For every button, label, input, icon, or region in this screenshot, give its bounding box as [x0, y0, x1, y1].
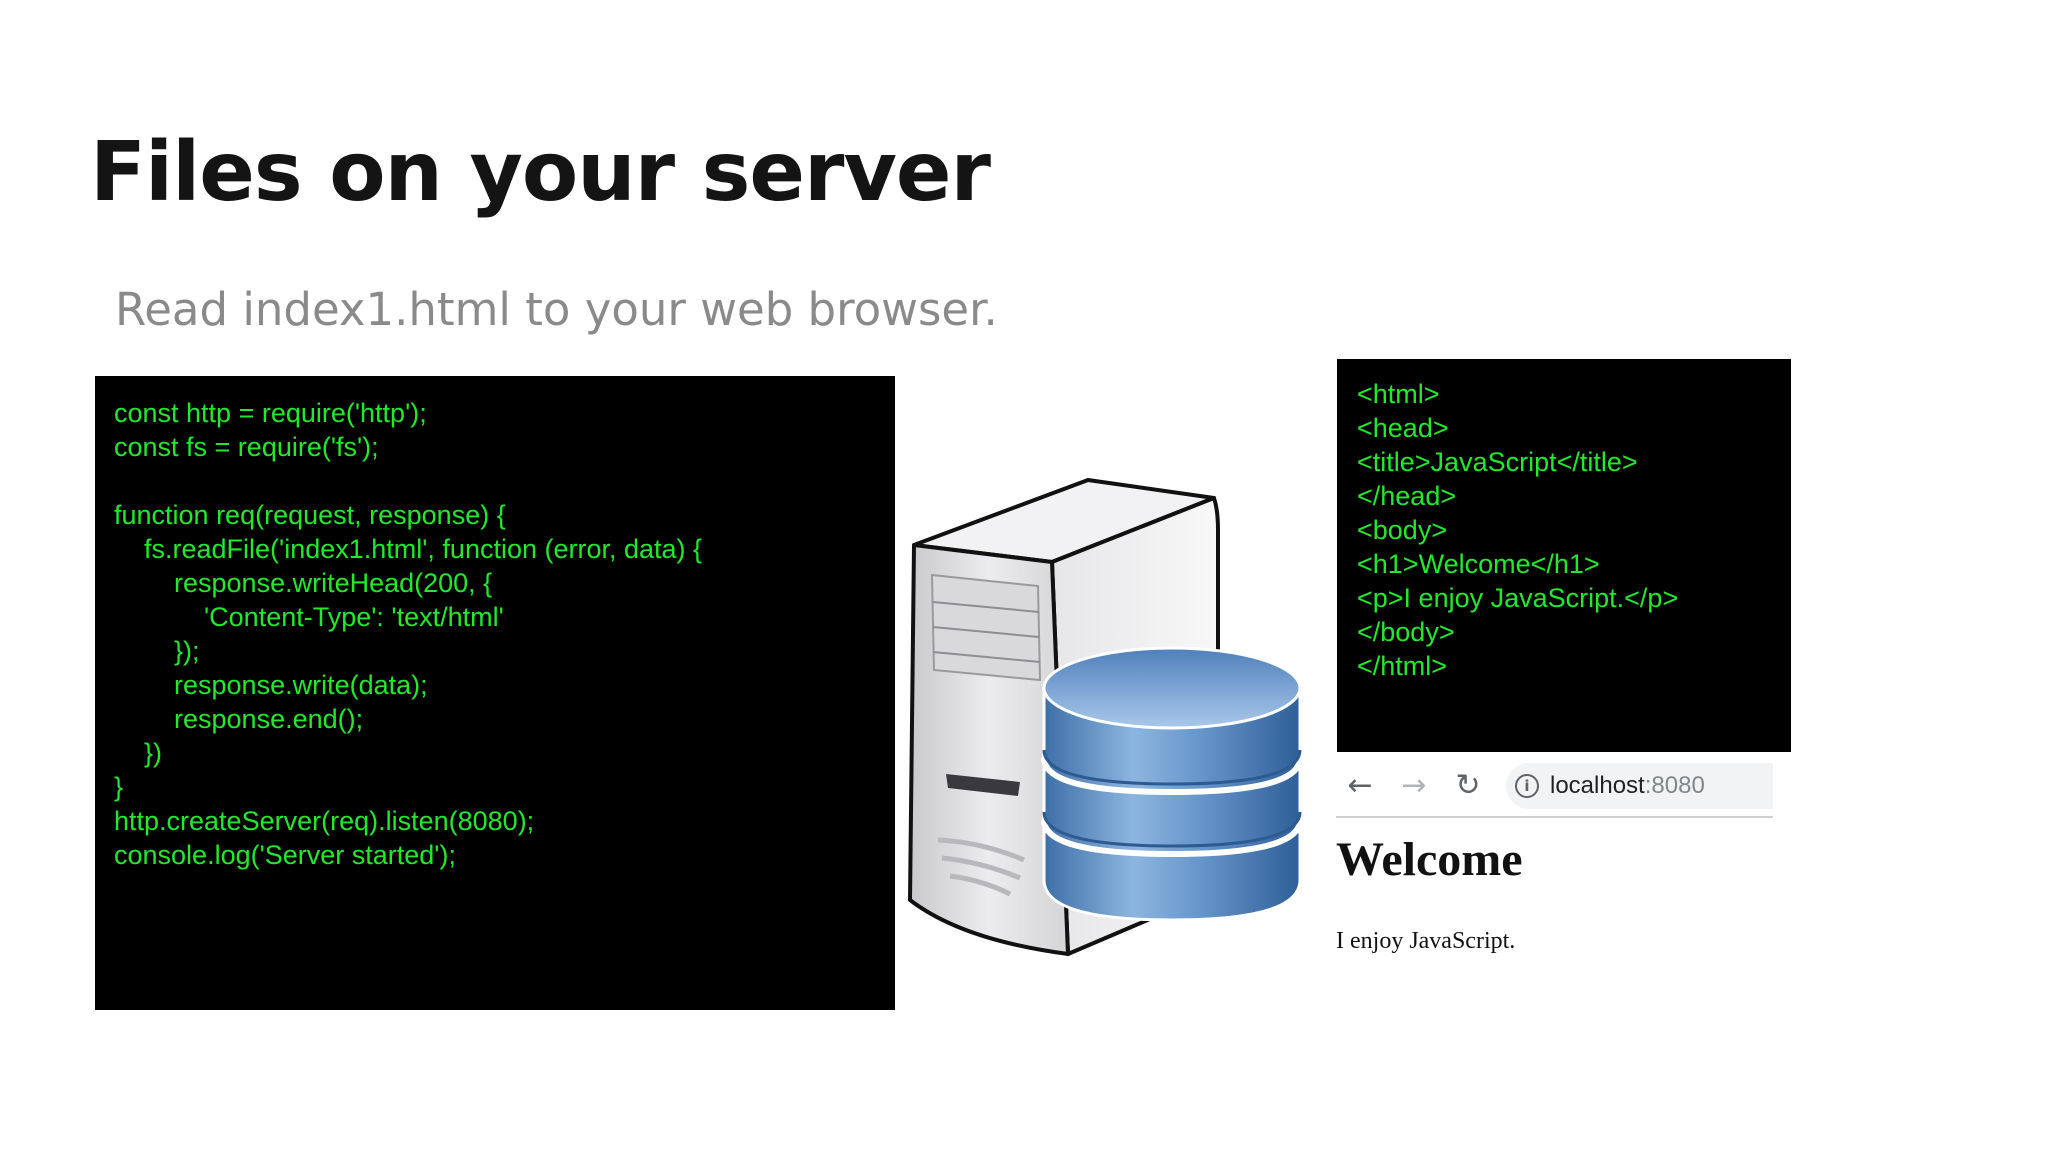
address-bar[interactable]: i localhost:8080	[1506, 763, 1773, 809]
code-line: <h1>Welcome</h1>	[1357, 549, 1600, 579]
code-line: <title>JavaScript</title>	[1357, 447, 1638, 477]
code-line: </head>	[1357, 481, 1457, 511]
page-heading: Welcome	[1336, 833, 1523, 886]
code-line: }	[114, 772, 124, 802]
code-line: </body>	[1357, 617, 1455, 647]
slide-subtitle: Read index1.html to your web browser.	[115, 283, 998, 336]
browser-screenshot: ← → ↻ i localhost:8080 Welcome I enjoy J…	[1336, 760, 1792, 980]
browser-toolbar: ← → ↻ i localhost:8080	[1336, 760, 1773, 818]
code-line: fs.readFile('index1.html', function (err…	[114, 534, 703, 564]
url-host: localhost	[1550, 772, 1645, 799]
code-line: });	[114, 636, 200, 666]
code-line: response.writeHead(200, {	[114, 568, 493, 598]
code-line: http.createServer(req).listen(8080);	[114, 806, 535, 836]
html-code-panel: <html> <head> <title>JavaScript</title> …	[1337, 359, 1791, 752]
slide: Files on your server Read index1.html to…	[0, 0, 2048, 1152]
slide-title: Files on your server	[90, 125, 991, 220]
reload-icon[interactable]: ↻	[1450, 768, 1486, 804]
url-port: :8080	[1644, 772, 1705, 799]
code-line: response.write(data);	[114, 670, 428, 700]
code-line: 'Content-Type': 'text/html'	[114, 602, 504, 632]
server-database-illustration	[908, 478, 1303, 956]
code-line: <head>	[1357, 413, 1449, 443]
code-line: const http = require('http');	[114, 398, 427, 428]
code-line: </html>	[1357, 651, 1448, 681]
forward-arrow-icon[interactable]: →	[1396, 768, 1432, 804]
code-line: })	[114, 738, 163, 768]
code-line: <p>I enjoy JavaScript.</p>	[1357, 583, 1679, 613]
code-line: const fs = require('fs');	[114, 432, 379, 462]
code-line: <html>	[1357, 379, 1440, 409]
info-icon[interactable]: i	[1515, 774, 1539, 798]
back-arrow-icon[interactable]: ←	[1342, 768, 1378, 804]
server-code-panel: const http = require('http'); const fs =…	[95, 376, 895, 1010]
code-line: function req(request, response) {	[114, 500, 506, 530]
code-line: <body>	[1357, 515, 1448, 545]
code-line: response.end();	[114, 704, 364, 734]
code-line: console.log('Server started');	[114, 840, 456, 870]
page-paragraph: I enjoy JavaScript.	[1336, 928, 1516, 954]
url-text[interactable]: localhost:8080	[1550, 770, 1705, 802]
